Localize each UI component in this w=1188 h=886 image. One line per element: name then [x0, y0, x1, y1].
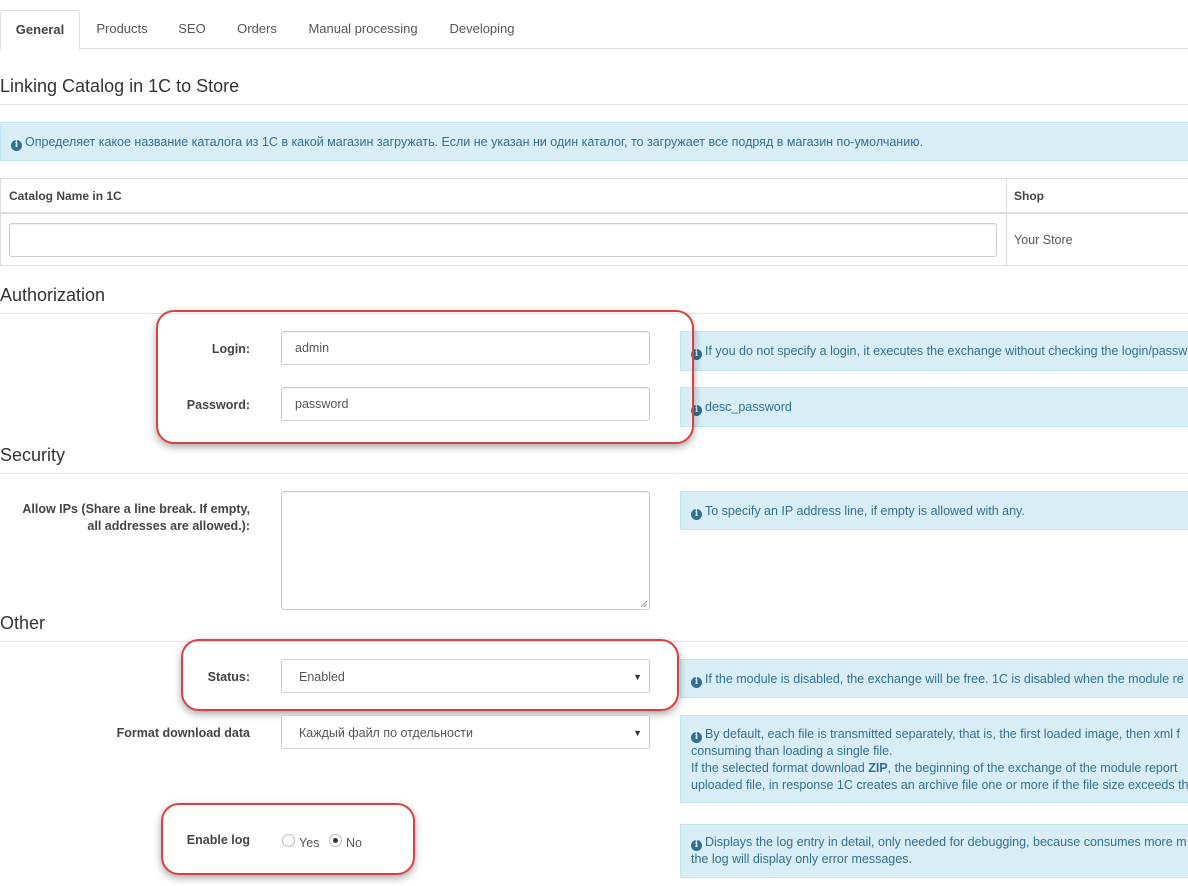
catalog-name-input[interactable] — [9, 223, 997, 257]
info-icon: i — [691, 509, 702, 520]
log-no-label[interactable]: No — [346, 836, 362, 850]
status-select[interactable]: Enabled ▼ — [281, 659, 650, 693]
allow-ips-label-line: Allow IPs (Share a line break. If empty, — [22, 502, 250, 516]
divider — [0, 641, 1188, 642]
tab-manual-processing[interactable]: Manual processing — [300, 10, 426, 49]
authorization-section-title: Authorization — [0, 285, 106, 305]
allow-ips-help-text: To specify an IP address line, if empty … — [705, 504, 1025, 518]
format-download-select[interactable]: Каждый файл по отдельности ▼ — [281, 715, 650, 749]
password-help-text: desc_password — [705, 400, 792, 414]
allow-ips-textarea[interactable] — [281, 491, 650, 610]
format-select-value: Каждый файл по отдельности — [299, 726, 473, 740]
catalog-table: Catalog Name in 1C Shop Your Store — [0, 178, 1188, 266]
shop-name-cell: Your Store — [1014, 233, 1073, 247]
tab-general[interactable]: General — [0, 10, 80, 50]
allow-ips-help-alert: i To specify an IP address line, if empty… — [680, 491, 1188, 530]
divider — [0, 313, 1188, 314]
info-icon: i — [691, 405, 702, 416]
linking-section-title: Linking Catalog in 1C to Store — [0, 76, 240, 96]
login-help-alert: i If you do not specify a login, it execu… — [680, 331, 1188, 371]
divider — [0, 473, 1188, 474]
linking-info-alert: i Определяет какое название каталога из 1… — [0, 122, 1188, 161]
format-help-text: consuming than loading a single file. — [691, 744, 893, 758]
login-input[interactable]: admin — [281, 331, 650, 365]
status-help-text: If the module is disabled, the exchange … — [705, 672, 1184, 686]
format-help-text: uploaded file, in response 1C creates an… — [691, 778, 1188, 792]
tab-bar: General Products SEO Orders Manual proce… — [0, 10, 1188, 50]
tab-seo[interactable]: SEO — [170, 10, 214, 49]
caret-down-icon: ▼ — [633, 672, 642, 682]
table-header-shop: Shop — [1006, 179, 1188, 214]
password-input[interactable]: password — [281, 387, 650, 421]
info-icon: i — [691, 349, 702, 360]
info-icon: i — [691, 732, 702, 743]
other-section-title: Other — [0, 613, 46, 633]
log-no-radio[interactable] — [329, 834, 342, 847]
caret-down-icon: ▼ — [633, 728, 642, 738]
login-label: Login: — [211, 342, 250, 356]
format-download-label: Format download data — [116, 726, 250, 740]
allow-ips-label-line: all addresses are allowed.): — [87, 519, 250, 533]
format-help-alert: i By default, each file is transmitted se… — [680, 715, 1188, 803]
format-help-text: If the selected format download — [691, 761, 869, 775]
security-section-title: Security — [0, 445, 66, 465]
status-select-value: Enabled — [299, 670, 345, 684]
format-help-zip: ZIP — [868, 761, 888, 775]
tab-products[interactable]: Products — [84, 10, 160, 49]
log-help-text: Displays the log entry in detail, only n… — [705, 835, 1187, 849]
password-label: Password: — [186, 398, 250, 412]
format-help-text: , the beginning of the exchange of the m… — [887, 761, 1178, 775]
status-help-alert: i If the module is disabled, the exchange… — [680, 659, 1188, 698]
divider — [1006, 179, 1007, 265]
format-help-text: By default, each file is transmitted sep… — [705, 727, 1180, 741]
enable-log-label: Enable log — [186, 833, 250, 847]
table-header-catalog: Catalog Name in 1C — [1, 179, 1006, 214]
tab-orders[interactable]: Orders — [228, 10, 286, 49]
linking-info-text: Определяет какое название каталога из 1С… — [25, 135, 924, 149]
resize-grip-icon[interactable] — [640, 600, 648, 608]
login-help-text: If you do not specify a login, it execut… — [705, 344, 1188, 358]
info-icon: i — [691, 840, 702, 851]
allow-ips-label: Allow IPs (Share a line break. If empty,… — [0, 501, 250, 535]
log-yes-label[interactable]: Yes — [299, 836, 319, 850]
log-help-text: the log will display only error messages… — [691, 852, 912, 866]
info-icon: i — [691, 677, 702, 688]
password-help-alert: i desc_password — [680, 387, 1188, 427]
log-help-alert: i Displays the log entry in detail, only … — [680, 824, 1188, 878]
info-icon: i — [11, 140, 22, 151]
log-yes-radio[interactable] — [282, 834, 295, 847]
tab-developing[interactable]: Developing — [440, 10, 524, 49]
divider — [0, 104, 1188, 105]
status-label: Status: — [207, 670, 250, 684]
